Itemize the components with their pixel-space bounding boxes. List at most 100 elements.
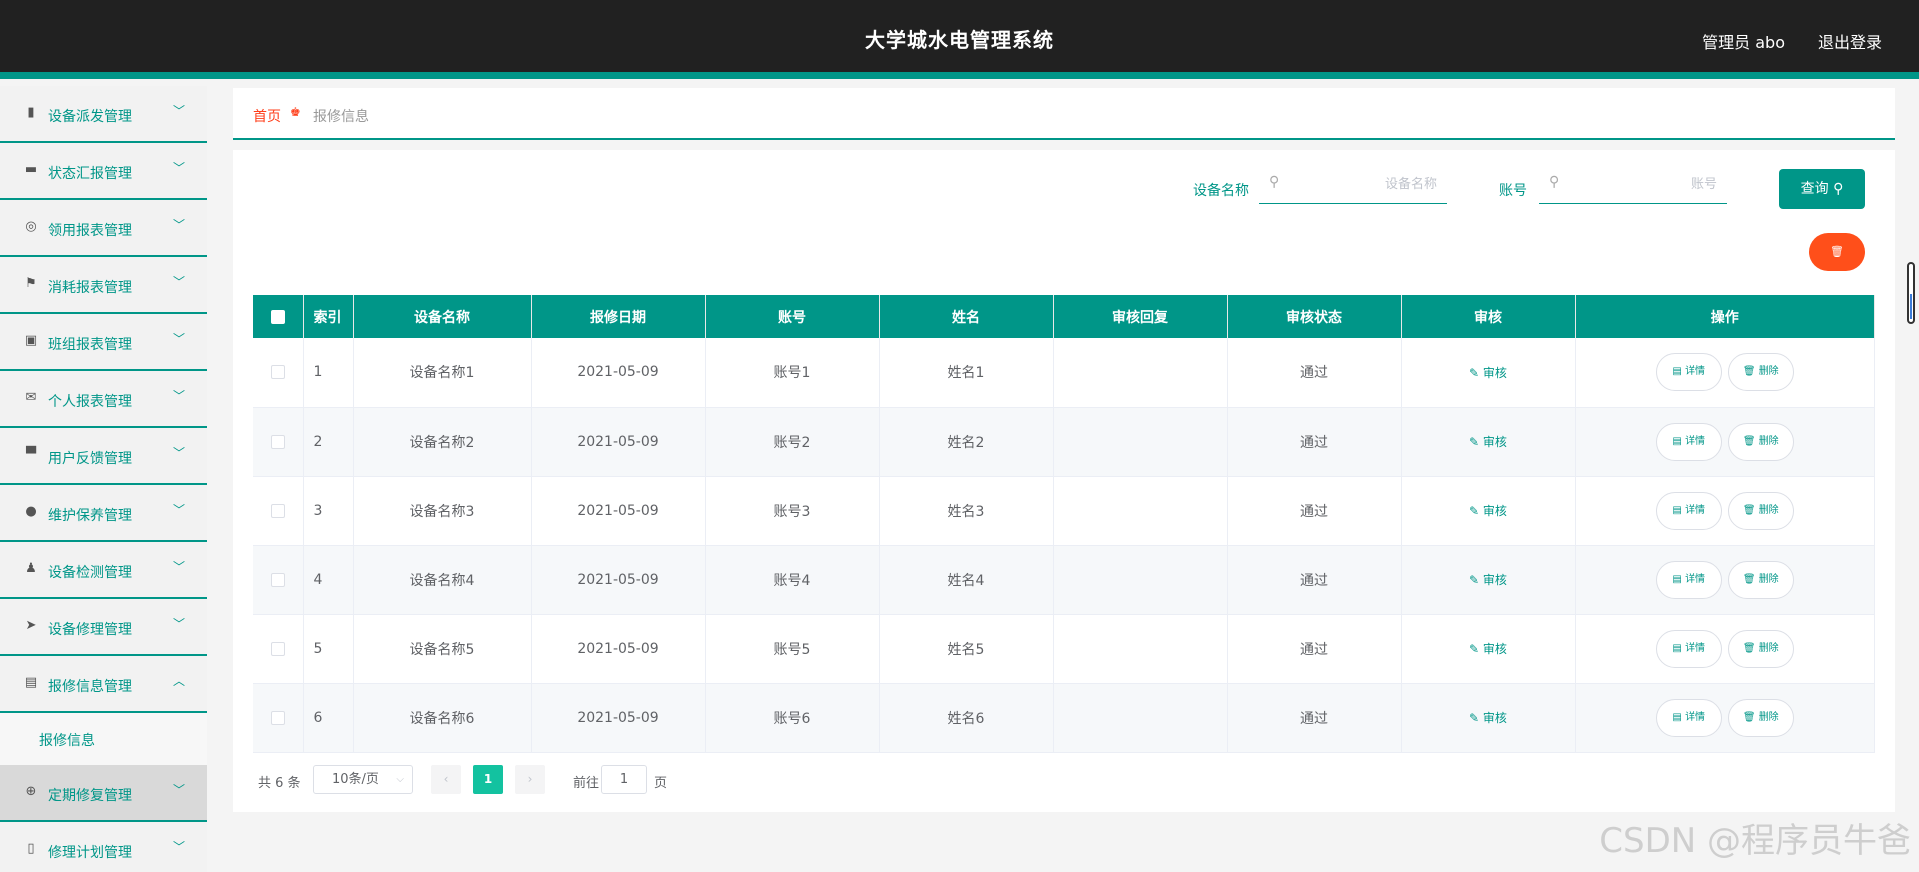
next-page-button[interactable]: › [515, 765, 545, 794]
delete-button-label: 删除 [1758, 642, 1779, 654]
delete-button[interactable]: 🗑 删除 [1727, 629, 1794, 668]
chevron-down-icon: ﹀ [172, 332, 185, 346]
cell-account: 账号4 [705, 545, 880, 615]
row-checkbox[interactable] [270, 641, 285, 656]
table-row[interactable]: 4 设备名称4 2021-05-09 账号4 姓名4 通过 ✎ 审核 ▤ 详情 🗑 删除 [253, 545, 1875, 615]
row-checkbox[interactable] [270, 434, 285, 449]
query-button[interactable]: 查询 ⚲ [1779, 169, 1865, 209]
cell-repair-date: 2021-05-09 [531, 545, 706, 615]
repair-info-table: 索引 设备名称 报修日期 账号 姓名 审核回复 审核状态 审核 操作 1 设备名称… [253, 295, 1875, 753]
delete-button[interactable]: 🗑 删除 [1727, 560, 1794, 599]
header-audit-status: 审核状态 [1227, 295, 1402, 338]
sidebar-item[interactable]: ▀ 用户反馈管理 ﹀ [0, 428, 207, 485]
scrollbar-thumb[interactable] [1910, 294, 1912, 319]
cell-index: 1 [303, 338, 354, 408]
chevron-down-icon: ﹀ [172, 783, 185, 797]
table-row[interactable]: 6 设备名称6 2021-05-09 账号6 姓名6 通过 ✎ 审核 ▤ 详情 🗑 删除 [253, 683, 1875, 753]
cell-name: 姓名6 [879, 683, 1054, 753]
row-checkbox[interactable] [270, 572, 285, 587]
sidebar-item[interactable]: ◎ 领用报表管理 ﹀ [0, 200, 207, 257]
cell-audit-reply [1053, 407, 1228, 477]
cell-device-name: 设备名称3 [353, 476, 532, 546]
lifebuoy-icon: ◎ [25, 219, 37, 234]
row-checkbox[interactable] [270, 710, 285, 725]
table-row[interactable]: 2 设备名称2 2021-05-09 账号2 姓名2 通过 ✎ 审核 ▤ 详情 🗑 删除 [253, 407, 1875, 477]
account-input[interactable] [1569, 172, 1717, 196]
table-row[interactable]: 3 设备名称3 2021-05-09 账号3 姓名3 通过 ✎ 审核 ▤ 详情 🗑 删除 [253, 476, 1875, 546]
trash-icon: 🗑 [1830, 245, 1844, 258]
header-account: 账号 [705, 295, 880, 338]
audit-link[interactable]: ✎ 审核 [1469, 642, 1507, 656]
select-all-checkbox[interactable] [270, 309, 285, 324]
audit-link[interactable]: ✎ 审核 [1469, 366, 1507, 380]
row-checkbox[interactable] [270, 365, 285, 380]
batch-delete-button[interactable]: 🗑 [1809, 233, 1865, 271]
detail-button[interactable]: ▤ 详情 [1655, 629, 1722, 668]
shield-icon: ● [25, 504, 37, 519]
delete-button[interactable]: 🗑 删除 [1727, 353, 1794, 392]
sidebar-subitem-repair-info[interactable]: 报修信息 [0, 713, 207, 765]
detail-button[interactable]: ▤ 详情 [1655, 491, 1722, 530]
sidebar: ▮ 设备派发管理 ﹀ ▬ 状态汇报管理 ﹀ ◎ 领用报表管理 ﹀ ⚑ 消耗报表管理 ﹀ ▣ 班组报表管理 ﹀… [0, 86, 207, 872]
row-checkbox[interactable] [270, 503, 285, 518]
podium-icon: ▀ [26, 447, 36, 462]
cell-device-name: 设备名称4 [353, 545, 532, 615]
goto-page-input[interactable]: 1 [601, 765, 647, 794]
detail-button[interactable]: ▤ 详情 [1655, 422, 1722, 461]
sidebar-item[interactable]: ⚑ 消耗报表管理 ﹀ [0, 257, 207, 314]
row-select-cell [253, 683, 304, 753]
sidebar-item[interactable]: ♟ 设备检测管理 ﹀ [0, 542, 207, 599]
detail-button[interactable]: ▤ 详情 [1655, 560, 1722, 599]
sidebar-item[interactable]: ● 维护保养管理 ﹀ [0, 485, 207, 542]
header-repair-date: 报修日期 [531, 295, 706, 338]
cell-actions: ▤ 详情 🗑 删除 [1575, 476, 1875, 546]
sidebar-item[interactable]: ▮ 设备派发管理 ﹀ [0, 86, 207, 143]
audit-link[interactable]: ✎ 审核 [1469, 573, 1507, 587]
trash-icon: 🗑 [1742, 504, 1759, 516]
monitor-icon: ▬ [24, 162, 38, 177]
delete-button[interactable]: 🗑 删除 [1727, 491, 1794, 530]
chevron-down-icon: ﹀ [172, 218, 185, 232]
table-row[interactable]: 1 设备名称1 2021-05-09 账号1 姓名1 通过 ✎ 审核 ▤ 详情 🗑 删除 [253, 338, 1875, 408]
delete-button[interactable]: 🗑 删除 [1727, 422, 1794, 461]
delete-button-label: 删除 [1758, 435, 1779, 447]
detail-button[interactable]: ▤ 详情 [1655, 698, 1722, 737]
edit-icon: ✎ [1469, 711, 1483, 725]
chevron-down-icon: ﹀ [172, 446, 185, 460]
cell-audit-status: 通过 [1227, 407, 1402, 477]
prev-page-button[interactable]: ‹ [431, 765, 461, 794]
device-name-search[interactable]: ⚲ [1259, 164, 1447, 204]
chevron-down-icon: ﹀ [172, 104, 185, 118]
cell-account: 账号6 [705, 683, 880, 753]
cell-index: 6 [303, 683, 354, 753]
sidebar-item[interactable]: ▣ 班组报表管理 ﹀ [0, 314, 207, 371]
sidebar-item[interactable]: ✉ 个人报表管理 ﹀ [0, 371, 207, 428]
edit-icon: ✎ [1469, 642, 1483, 656]
sidebar-item[interactable]: ➤ 设备修理管理 ﹀ [0, 599, 207, 656]
audit-link[interactable]: ✎ 审核 [1469, 504, 1507, 518]
breadcrumb-home[interactable]: 首页 [253, 106, 281, 126]
sidebar-item[interactable]: ⊕ 定期修复管理 ﹀ [0, 765, 207, 822]
cell-account: 账号5 [705, 614, 880, 684]
device-name-input[interactable] [1289, 172, 1437, 196]
audit-link[interactable]: ✎ 审核 [1469, 711, 1507, 725]
account-search[interactable]: ⚲ [1539, 164, 1727, 204]
chevron-up-icon: ︿ [172, 674, 185, 688]
cell-audit-status: 通过 [1227, 614, 1402, 684]
detail-button[interactable]: ▤ 详情 [1655, 353, 1722, 392]
page-size-select[interactable]: 10条/页 ⌵ [313, 765, 413, 794]
delete-button[interactable]: 🗑 删除 [1727, 698, 1794, 737]
cell-actions: ▤ 详情 🗑 删除 [1575, 338, 1875, 408]
cell-name: 姓名3 [879, 476, 1054, 546]
sidebar-item[interactable]: ▬ 状态汇报管理 ﹀ [0, 143, 207, 200]
header-index: 索引 [303, 295, 354, 338]
page-scrollbar[interactable] [1907, 262, 1915, 324]
page-number-current[interactable]: 1 [473, 765, 503, 794]
table-row[interactable]: 5 设备名称5 2021-05-09 账号5 姓名5 通过 ✎ 审核 ▤ 详情 🗑 删除 [253, 614, 1875, 684]
header-audit-reply: 审核回复 [1053, 295, 1228, 338]
main-panel: 设备名称 ⚲ 账号 ⚲ 查询 ⚲ 🗑 索引 设备名称 报修日期 账号 姓名 审核… [233, 150, 1895, 812]
sidebar-item[interactable]: ▤ 报修信息管理 ︿ [0, 656, 207, 713]
sidebar-item[interactable]: ▯ 修理计划管理 ﹀ [0, 822, 207, 872]
audit-link[interactable]: ✎ 审核 [1469, 435, 1507, 449]
logout-link[interactable]: 退出登录 [1818, 29, 1882, 53]
